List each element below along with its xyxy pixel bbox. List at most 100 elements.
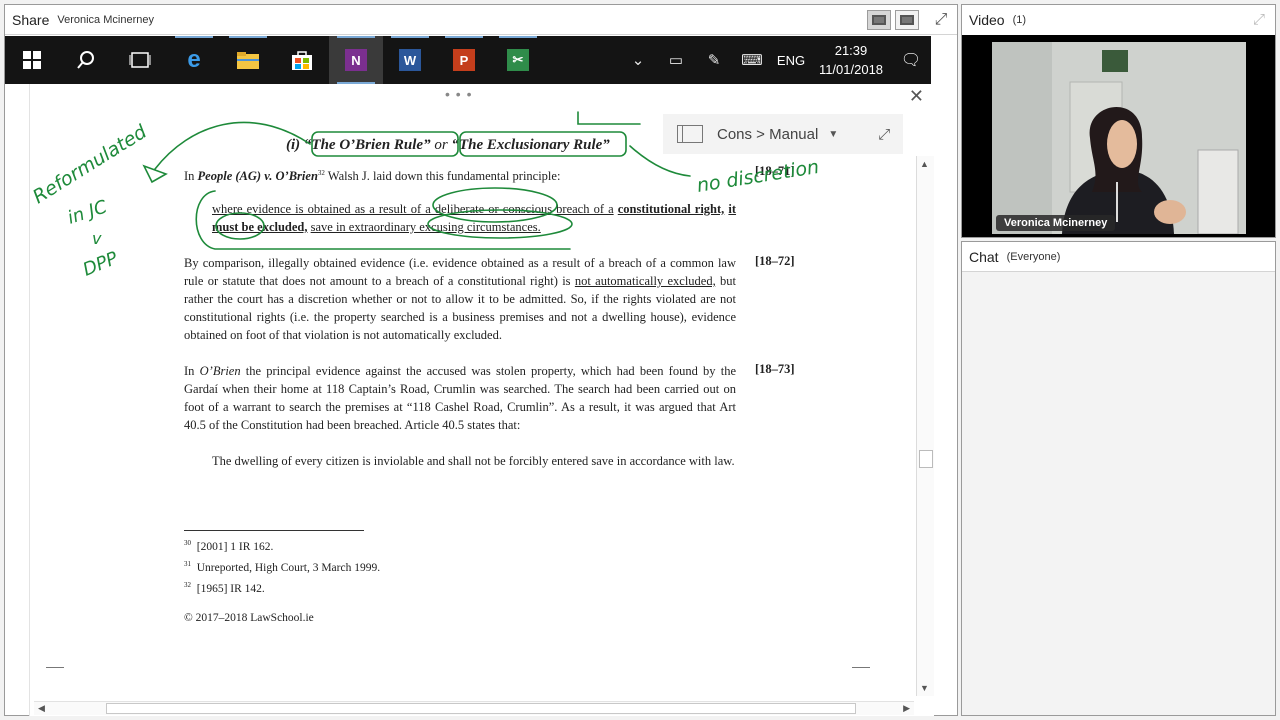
footnote-num: 31 <box>184 559 191 568</box>
horizontal-scrollbar[interactable]: ◀ ▶ <box>34 701 914 715</box>
document-page: (i) “The O’Brien Rule” or “The Exclusion… <box>30 84 900 684</box>
scroll-right-arrow-icon[interactable]: ▶ <box>903 703 910 714</box>
pen-icon[interactable]: ✎ <box>695 51 733 69</box>
notebook-section-label: Cons > Manual <box>717 125 819 143</box>
footnote-32: 32 [1965] IR 142. <box>184 577 380 598</box>
actual-size-button[interactable] <box>895 10 919 30</box>
expand-icon[interactable]: ⤢ <box>878 126 890 143</box>
paragraph-number-18-72: [18–72] <box>755 254 795 268</box>
close-icon[interactable]: ✕ <box>909 86 924 107</box>
video-fullscreen-icon[interactable]: ⤢ <box>1253 11 1265 28</box>
ink-text-v: v <box>92 229 102 248</box>
fit-width-button[interactable] <box>867 10 891 30</box>
footnote-30: 30 [2001] 1 IR 162. <box>184 535 380 556</box>
footnote-num: 30 <box>184 539 191 547</box>
vertical-scroll-thumb[interactable] <box>919 450 933 468</box>
taskbar-edge[interactable]: e <box>167 36 221 84</box>
paragraph-18-73: In O’Brien the principal evidence agains… <box>184 362 736 434</box>
keyboard-icon[interactable]: ⌨ <box>733 51 771 69</box>
quote-article-40-5: The dwelling of every citizen is inviola… <box>212 454 735 468</box>
ink-mark-top <box>577 111 641 125</box>
search-button[interactable] <box>59 36 113 84</box>
webcam-feed: Veronica Mcinerney <box>992 42 1246 234</box>
taskbar-powerpoint[interactable]: P <box>437 36 491 84</box>
task-view-icon <box>129 52 151 68</box>
scroll-up-arrow-icon[interactable]: ▲ <box>920 159 929 169</box>
video-pod-header: Video (1) ⤢ <box>962 5 1275 35</box>
scroll-left-arrow-icon[interactable]: ◀ <box>38 703 45 714</box>
taskbar-store[interactable] <box>275 36 329 84</box>
folder-icon <box>237 52 259 69</box>
share-pod: Share Veronica Mcinerney ⤢ e N W P ✂ ⌄ ▭… <box>4 4 958 716</box>
notebook-icon <box>677 125 703 143</box>
page-corner-mark-left <box>46 667 64 668</box>
system-tray: ⌄ ▭ ✎ ⌨ ENG 21:39 11/01/2018 🗨 <box>619 36 931 84</box>
battery-icon[interactable]: ▭ <box>657 51 695 69</box>
language-indicator[interactable]: ENG <box>771 53 811 68</box>
video-pod-title: Video <box>969 12 1005 28</box>
paragraph-number-18-71: [18–71] <box>755 164 795 178</box>
case-name-obrien: People (AG) v. O’Brien <box>197 169 318 184</box>
footnote-divider <box>184 530 364 531</box>
taskbar-snipping-tool[interactable]: ✂ <box>491 36 545 84</box>
webcam-person-illustration <box>992 42 1246 234</box>
video-pod: Video (1) ⤢ Veronica Mcinerney <box>961 4 1276 238</box>
case-name-obrien-short: O’Brien <box>199 364 241 378</box>
chevron-down-icon[interactable]: ▼ <box>828 129 838 140</box>
scroll-down-arrow-icon[interactable]: ▼ <box>920 683 929 693</box>
ink-text-dpp: DPP <box>80 248 121 281</box>
edge-icon: e <box>187 46 201 73</box>
footnote-31: 31 Unreported, High Court, 3 March 1999. <box>184 556 380 577</box>
document-viewer: • • • ✕ (i) “The O’Brien Rule” or “The E… <box>29 84 934 716</box>
task-view-button[interactable] <box>113 36 167 84</box>
footnote-ref-32: 32 <box>317 169 325 177</box>
footnote-text: Unreported, High Court, 3 March 1999. <box>196 561 381 574</box>
chevron-up-icon[interactable]: ⌄ <box>619 51 657 69</box>
vertical-scrollbar[interactable]: ▲ ▼ <box>916 156 934 696</box>
share-presenter-name: Veronica Mcinerney <box>57 13 154 26</box>
chat-pod-title: Chat <box>969 248 999 265</box>
paragraph-number-18-73: [18–73] <box>755 362 795 376</box>
clock-date: 11/01/2018 <box>818 62 884 77</box>
search-icon <box>77 51 94 69</box>
word-icon: W <box>399 49 421 71</box>
video-participant-count: (1) <box>1012 14 1027 26</box>
copyright-notice: © 2017–2018 LawSchool.ie <box>184 612 314 624</box>
footnote-text: [1965] IR 142. <box>196 582 265 595</box>
heading-rule-exclusionary: “The Exclusionary Rule” <box>451 137 610 153</box>
paragraph-18-72: By comparison, illegally obtained eviden… <box>184 254 736 344</box>
quote1-part-a: where evidence is obtained as a result o… <box>212 202 614 216</box>
monitor-icon <box>872 15 886 25</box>
taskbar-word[interactable]: W <box>383 36 437 84</box>
footnote-num: 32 <box>184 580 191 589</box>
chat-scope[interactable]: (Everyone) <box>1007 251 1061 263</box>
footnote-text: [2001] 1 IR 162. <box>196 540 274 553</box>
taskbar-file-explorer[interactable] <box>221 36 275 84</box>
ink-text-in-jc: in JC <box>65 196 110 228</box>
quote1-part-d: save in extraordinary excusing circumsta… <box>310 220 541 234</box>
windows-logo-icon <box>23 51 41 69</box>
share-pod-title: Share <box>12 11 50 28</box>
p3-body: the principal evidence against the accus… <box>184 364 737 432</box>
action-center-icon[interactable]: 🗨 <box>891 50 931 70</box>
p1-lead: In <box>184 169 195 184</box>
p2-not-automatically-excluded: not automatically excluded, <box>574 274 716 288</box>
section-heading: (i) “The O’Brien Rule” or “The Exclusion… <box>286 137 610 154</box>
taskbar-onenote[interactable]: N <box>329 36 383 84</box>
share-view-controls: ⤢ <box>867 10 951 30</box>
footnotes: 30 [2001] 1 IR 162. 31 Unreported, High … <box>184 535 380 597</box>
notebook-navigation[interactable]: Cons > Manual ▼ ⤢ <box>663 114 903 154</box>
taskbar-clock[interactable]: 21:39 11/01/2018 <box>811 41 891 79</box>
share-pod-header: Share Veronica Mcinerney ⤢ <box>5 5 957 35</box>
start-button[interactable] <box>5 36 59 84</box>
heading-number: (i) <box>286 137 301 153</box>
chat-pod: Chat (Everyone) <box>961 241 1276 716</box>
monitor-full-icon <box>900 15 914 25</box>
page-corner-mark-right <box>852 667 870 668</box>
ink-arrow-head <box>142 164 168 184</box>
chat-message-area[interactable] <box>962 273 1275 715</box>
powerpoint-icon: P <box>453 49 475 71</box>
horizontal-scroll-thumb[interactable] <box>106 703 856 714</box>
video-name-tag: Veronica Mcinerney <box>996 215 1116 231</box>
fullscreen-icon[interactable]: ⤢ <box>931 10 951 30</box>
